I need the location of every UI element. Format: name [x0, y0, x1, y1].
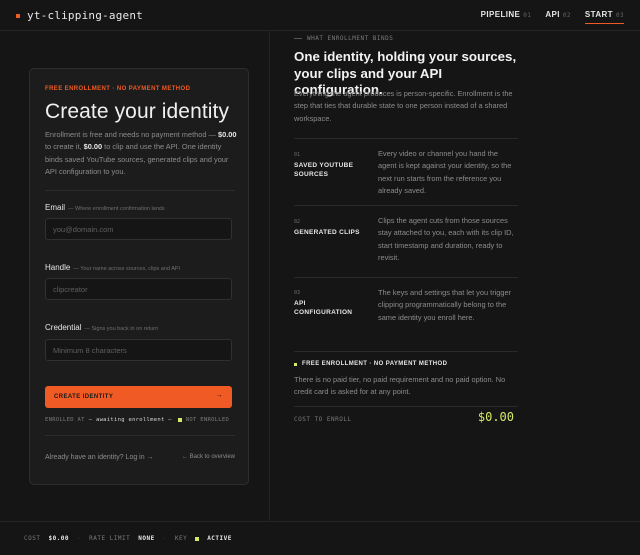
footer-rate-value: NONE: [138, 535, 155, 542]
nav-item-api[interactable]: API 02: [545, 10, 571, 24]
enroll-tag: FREE ENROLLMENT · NO PAYMENT METHOD: [294, 361, 447, 367]
cost-label: COST TO ENROLL: [294, 416, 352, 423]
create-identity-label: CREATE IDENTITY: [54, 394, 114, 400]
credential-hint: — Signs you back in on return: [84, 326, 159, 332]
nav-num: 03: [615, 12, 624, 19]
bind-num: 02: [294, 219, 301, 225]
key-status-icon: [195, 536, 200, 541]
footer-cost-label: COST: [24, 535, 41, 542]
eyebrow-text: WHAT ENROLLMENT BINDS: [307, 35, 394, 42]
cost-value: $0.00: [477, 410, 514, 424]
credential-label-text: Credential: [45, 323, 82, 332]
dash-icon: [294, 38, 302, 39]
enrollment-card: FREE ENROLLMENT · NO PAYMENT METHOD Crea…: [29, 68, 249, 485]
status-label: ENROLLED AT: [45, 417, 85, 423]
nav-label: PIPELINE: [480, 10, 521, 19]
brand-name: yt-clipping-agent: [27, 9, 143, 22]
nav-label: API: [545, 10, 560, 19]
nav-item-start[interactable]: START 03: [584, 10, 624, 24]
status-flag: NOT ENROLLED: [185, 417, 230, 423]
nav-item-pipeline[interactable]: PIPELINE 01: [481, 10, 532, 24]
handle-label-text: Handle: [45, 263, 71, 272]
desc-text: Enrollment is free and needs no payment …: [45, 130, 218, 139]
card-description: Enrollment is free and needs no payment …: [45, 129, 240, 179]
nav-num: 01: [523, 12, 532, 19]
status-square-icon: [177, 418, 182, 422]
footer-stats: COST $0.00 · RATE LIMIT NONE · KEY ACTIV…: [24, 535, 232, 542]
footer-rate-label: RATE LIMIT: [89, 535, 131, 542]
handle-label: Handle — Your name across sources, clips …: [45, 263, 180, 272]
login-link[interactable]: Already have an identity? Log in →: [45, 454, 154, 461]
status-square-icon: [294, 362, 297, 366]
bind-item: 02 GENERATED CLIPS Clips the agent cuts …: [294, 205, 518, 277]
credential-field[interactable]: [45, 339, 232, 361]
bind-name: GENERATED CLIPS: [294, 229, 360, 236]
card-tag: FREE ENROLLMENT · NO PAYMENT METHOD: [45, 86, 191, 92]
footer-key-value: ACTIVE: [207, 535, 232, 542]
enroll-description: There is no paid tier, no paid requireme…: [294, 375, 506, 397]
status-footer: COST $0.00 · RATE LIMIT NONE · KEY ACTIV…: [0, 521, 640, 555]
footer-cost-value: $0.00: [48, 535, 70, 542]
bind-num: 01: [294, 152, 301, 158]
divider: [45, 435, 235, 436]
top-bar: yt-clipping-agent PIPELINE 01 API 02 START…: [0, 0, 640, 31]
enrollment-status: ENROLLED AT — awaiting enrollment — NOT …: [45, 417, 229, 423]
bind-item: 01 SAVED YOUTUBE SOURCES Every video or …: [294, 138, 518, 205]
handle-field[interactable]: [45, 278, 232, 300]
brand[interactable]: yt-clipping-agent: [16, 9, 143, 22]
section-description: Everything the agent produces is person-…: [294, 89, 513, 123]
card-title: Create your identity: [45, 100, 230, 123]
email-label: Email — Where enrollment confirmation lan…: [45, 203, 165, 212]
desc-amount-clip: $0.00: [83, 142, 103, 152]
column-divider: [269, 31, 270, 521]
email-label-text: Email: [45, 203, 66, 212]
section-eyebrow: WHAT ENROLLMENT BINDS: [294, 35, 393, 42]
separator: ·: [162, 535, 167, 542]
brand-dot-icon: [16, 13, 20, 18]
bind-name: SAVED YOUTUBE SOURCES: [294, 162, 354, 178]
handle-hint: — Your name across sources, clips and AP…: [73, 266, 181, 272]
status-value: — awaiting enrollment —: [88, 417, 172, 423]
email-hint: — Where enrollment confirmation lands: [68, 206, 165, 212]
bind-num: 03: [294, 290, 301, 296]
desc-text: to create it,: [45, 142, 84, 152]
enrollment-summary: FREE ENROLLMENT · NO PAYMENT METHOD Ther…: [294, 351, 518, 424]
bind-name: API CONFIGURATION: [294, 300, 353, 316]
back-to-overview-link[interactable]: ← Back to overview: [182, 454, 235, 461]
create-identity-button[interactable]: CREATE IDENTITY →: [45, 386, 232, 408]
main-nav: PIPELINE 01 API 02 START 03: [481, 10, 624, 24]
desc-amount-create: $0.00: [217, 130, 237, 139]
footer-key-label: KEY: [174, 535, 188, 542]
nav-num: 02: [562, 12, 571, 19]
credential-label: Credential — Signs you back in on return: [45, 323, 158, 332]
nav-label: START: [584, 10, 613, 19]
divider: [45, 190, 235, 191]
email-field[interactable]: [45, 218, 232, 240]
bind-desc: Every video or channel you hand the agen…: [378, 149, 512, 196]
arrow-right-icon: →: [215, 392, 223, 399]
separator: ·: [77, 535, 82, 542]
bind-desc: The keys and settings that let you trigg…: [378, 288, 512, 322]
card-footer: Already have an identity? Log in → ← Bac…: [45, 454, 235, 461]
bind-item: 03 API CONFIGURATION The keys and settin…: [294, 277, 518, 351]
cost-row: COST TO ENROLL $0.00: [294, 406, 518, 428]
enroll-tag-text: FREE ENROLLMENT · NO PAYMENT METHOD: [302, 361, 448, 367]
bind-desc: Clips the agent cuts from those sources …: [378, 216, 514, 263]
